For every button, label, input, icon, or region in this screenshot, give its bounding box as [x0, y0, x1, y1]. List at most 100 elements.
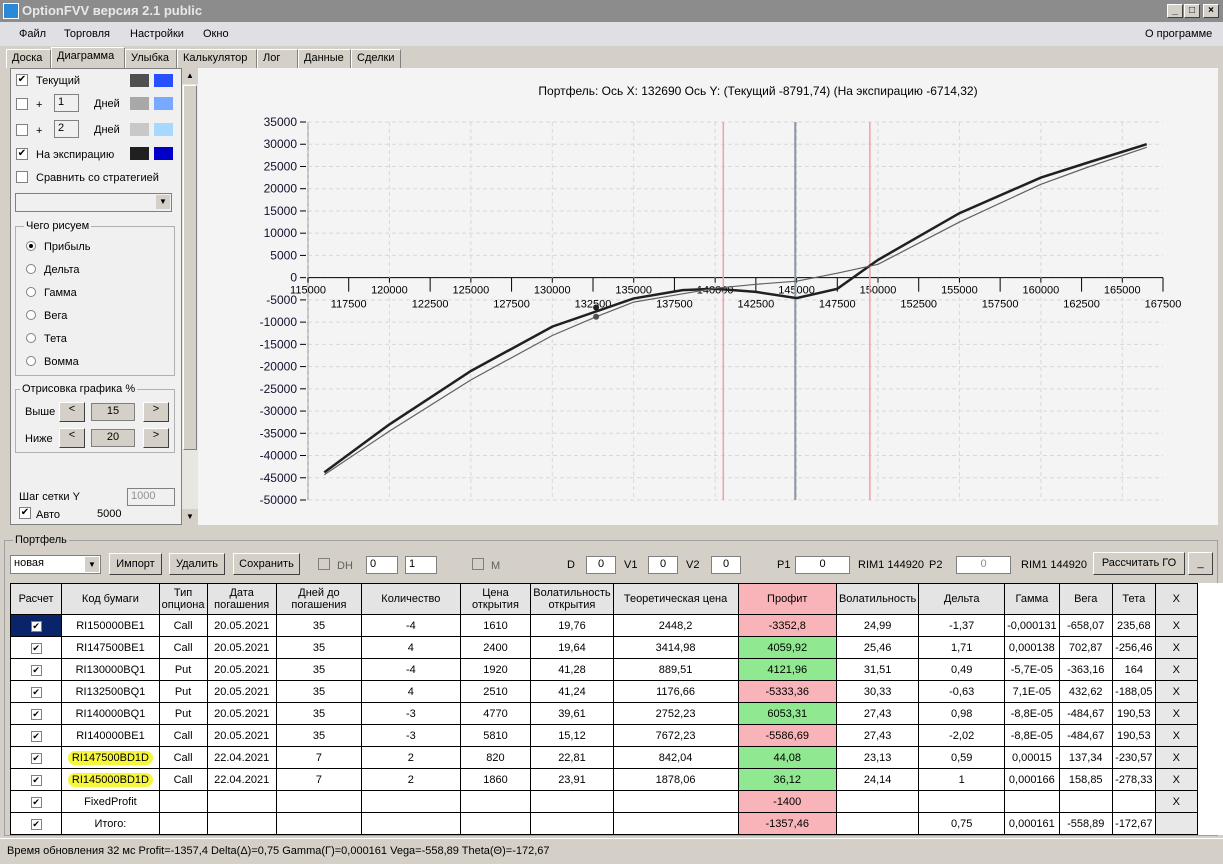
above-decrease-button[interactable]: < — [59, 402, 85, 422]
tab-diagram[interactable]: Диаграмма — [51, 47, 125, 68]
calc-checkbox-cell[interactable]: ✔ — [9, 724, 63, 747]
v1-input[interactable]: 0 — [648, 556, 678, 574]
table-row[interactable]: ✔ Итого: -1357,46 0,75 0,000161 -558,89 -172,6… — [9, 812, 1223, 835]
current-alt-color-swatch[interactable] — [154, 74, 173, 87]
save-button[interactable]: Сохранить — [233, 553, 300, 575]
strategy-select[interactable]: ▼ — [15, 193, 172, 212]
plus-day2-checkbox[interactable] — [16, 124, 28, 136]
column-header[interactable]: Тип опциона — [158, 583, 208, 615]
below-decrease-button[interactable]: < — [59, 428, 85, 448]
table-row[interactable]: ✔ RI147500BE1 Call 20.05.2021 35 4 2400 19,64 34… — [9, 636, 1223, 659]
dh-checkbox[interactable] — [318, 558, 330, 570]
table-row[interactable]: ✔ RI145000BD1D Call 22.04.2021 7 2 1860 23,91 18… — [9, 768, 1223, 791]
below-increase-button[interactable]: > — [143, 428, 169, 448]
calc-checkbox[interactable]: ✔ — [30, 774, 42, 786]
radio-vomma[interactable] — [26, 356, 36, 366]
column-header[interactable]: Вега — [1058, 583, 1113, 615]
table-row[interactable]: ✔ RI140000BQ1 Put 20.05.2021 35 -3 4770 39,61 27… — [9, 702, 1223, 725]
calc-checkbox-cell[interactable]: ✔ — [9, 812, 63, 835]
d-input[interactable]: 0 — [586, 556, 616, 574]
calc-checkbox-cell[interactable]: ✔ — [9, 768, 63, 791]
below-value[interactable]: 20 — [91, 429, 135, 447]
radio-vega[interactable] — [26, 310, 36, 320]
calc-checkbox[interactable]: ✔ — [30, 708, 42, 720]
calc-checkbox[interactable]: ✔ — [30, 818, 42, 830]
radio-theta[interactable] — [26, 333, 36, 343]
calc-checkbox[interactable]: ✔ — [30, 730, 42, 742]
tab-deals[interactable]: Сделки — [351, 49, 401, 68]
radio-profit[interactable] — [26, 241, 36, 251]
above-value[interactable]: 15 — [91, 403, 135, 421]
calc-checkbox-cell[interactable]: ✔ — [9, 636, 63, 659]
table-row[interactable]: ✔ RI147500BD1D Call 22.04.2021 7 2 820 22,81 842… — [9, 746, 1223, 769]
day2-input[interactable]: 2 — [54, 120, 79, 138]
menu-trade[interactable]: Торговля — [64, 28, 110, 40]
day1-color-swatch[interactable] — [130, 97, 149, 110]
table-row[interactable]: ✔ RI150000BE1 Call 20.05.2021 35 -4 1610 19,76 2… — [9, 614, 1223, 637]
column-header[interactable]: Волатильность — [835, 583, 920, 615]
remove-row-button[interactable]: X — [1154, 614, 1198, 637]
calculate-margin-button[interactable]: Рассчитать ГО — [1093, 552, 1185, 575]
menu-settings[interactable]: Настройки — [130, 28, 184, 40]
remove-row-button[interactable]: X — [1154, 658, 1198, 681]
remove-row-button[interactable]: X — [1154, 768, 1198, 791]
delete-button[interactable]: Удалить — [169, 553, 225, 575]
column-header[interactable]: Цена открытия — [459, 583, 532, 615]
radio-delta[interactable] — [26, 264, 36, 274]
day1-alt-color-swatch[interactable] — [154, 97, 173, 110]
tab-board[interactable]: Доска — [6, 49, 51, 68]
dh-spin-1[interactable]: 0 — [366, 556, 398, 574]
expiration-checkbox[interactable]: ✔ — [16, 148, 28, 160]
column-header[interactable]: Дата погашения — [206, 583, 277, 615]
close-button[interactable]: × — [1203, 4, 1219, 18]
calc-checkbox[interactable]: ✔ — [30, 664, 42, 676]
p1-input[interactable]: 0 — [795, 556, 850, 574]
remove-row-button[interactable]: X — [1154, 680, 1198, 703]
calc-checkbox[interactable]: ✔ — [30, 620, 42, 632]
day2-alt-color-swatch[interactable] — [154, 123, 173, 136]
scroll-down-icon[interactable]: ▼ — [182, 509, 198, 525]
day2-color-swatch[interactable] — [130, 123, 149, 136]
scroll-thumb[interactable] — [183, 85, 197, 450]
v2-input[interactable]: 0 — [711, 556, 741, 574]
tab-smile[interactable]: Улыбка — [125, 49, 177, 68]
p2-input[interactable]: 0 — [956, 556, 1011, 574]
remove-row-button[interactable]: X — [1154, 702, 1198, 725]
table-row[interactable]: ✔ FixedProfit -1400 X — [9, 790, 1223, 813]
column-header[interactable]: Код бумаги — [61, 583, 160, 615]
expiration-alt-color-swatch[interactable] — [154, 147, 173, 160]
collapse-button[interactable]: _ — [1188, 552, 1213, 575]
calc-checkbox-cell[interactable]: ✔ — [9, 614, 63, 637]
table-row[interactable]: ✔ RI140000BE1 Call 20.05.2021 35 -3 5810 15,12 7… — [9, 724, 1223, 747]
m-checkbox[interactable] — [472, 558, 484, 570]
current-color-swatch[interactable] — [130, 74, 149, 87]
menu-file[interactable]: Файл — [19, 28, 46, 40]
above-increase-button[interactable]: > — [143, 402, 169, 422]
expiration-color-swatch[interactable] — [130, 147, 149, 160]
maximize-button[interactable]: □ — [1184, 4, 1200, 18]
portfolio-select[interactable]: новая ▼ — [10, 555, 101, 574]
remove-row-button[interactable]: X — [1154, 724, 1198, 747]
calc-checkbox[interactable]: ✔ — [30, 796, 42, 808]
column-header[interactable]: Количество — [361, 583, 461, 615]
compare-checkbox[interactable] — [16, 171, 28, 183]
calc-checkbox-cell[interactable]: ✔ — [9, 790, 63, 813]
grid-step-input[interactable]: 1000 — [127, 488, 175, 506]
auto-checkbox[interactable]: ✔ — [19, 507, 31, 519]
scroll-up-icon[interactable]: ▲ — [182, 68, 198, 84]
column-header[interactable]: Волатильность открытия — [530, 583, 614, 615]
menu-window[interactable]: Окно — [203, 28, 229, 40]
calc-checkbox[interactable]: ✔ — [30, 686, 42, 698]
column-header[interactable]: Дней до погашения — [275, 583, 363, 615]
remove-row-button[interactable] — [1154, 812, 1198, 835]
calc-checkbox-cell[interactable]: ✔ — [9, 680, 63, 703]
column-header[interactable]: X — [1154, 583, 1198, 615]
column-header[interactable]: Расчет — [9, 583, 63, 615]
current-checkbox[interactable]: ✔ — [16, 74, 28, 86]
column-header[interactable]: Дельта — [918, 583, 1006, 615]
day1-input[interactable]: 1 — [54, 94, 79, 112]
calc-checkbox-cell[interactable]: ✔ — [9, 658, 63, 681]
remove-row-button[interactable]: X — [1154, 790, 1198, 813]
menu-about[interactable]: О программе — [1145, 28, 1212, 40]
tab-data[interactable]: Данные — [298, 49, 351, 68]
